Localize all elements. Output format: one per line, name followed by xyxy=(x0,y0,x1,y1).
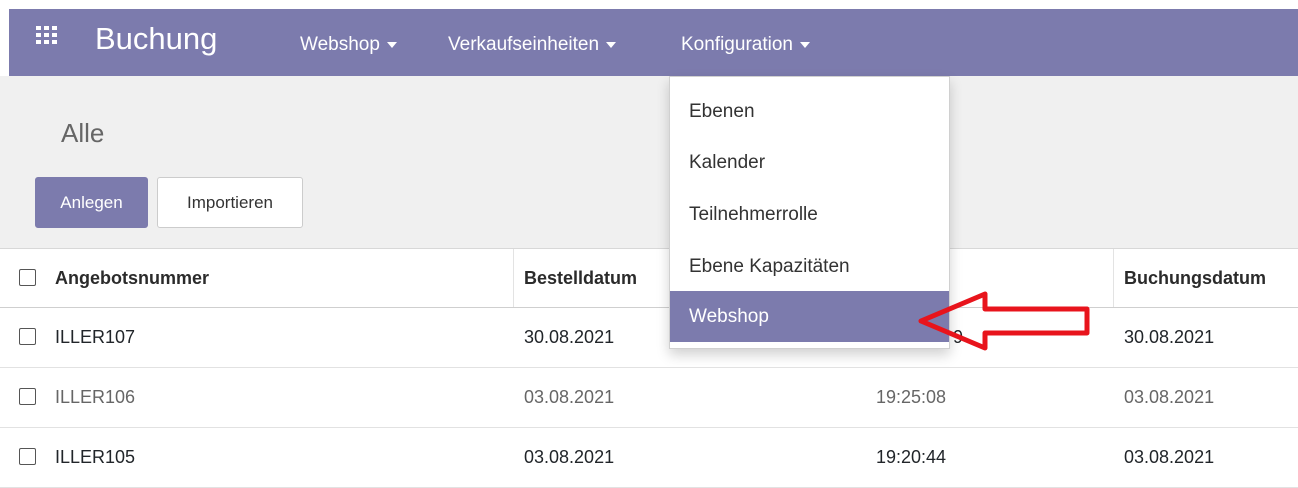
cell-angebotsnummer: ILLER106 xyxy=(55,387,136,407)
apps-grid-icon[interactable] xyxy=(36,26,57,44)
cell-buchungsdatum: 03.08.2021 xyxy=(1124,387,1215,407)
table-row[interactable]: ILLER107 30.08.2021 9 30.08.2021 xyxy=(0,308,1298,368)
app-brand[interactable]: Buchung xyxy=(95,20,217,58)
dropdown-item-kalender[interactable]: Kalender xyxy=(670,139,949,187)
list-table: Angebotsnummer Bestelldatum Buchungsdatu… xyxy=(0,249,1298,488)
menu-label: Verkaufseinheiten xyxy=(448,34,600,55)
cell-angebotsnummer: ILLER105 xyxy=(55,447,136,467)
menu-label: Konfiguration xyxy=(681,34,793,55)
cell-time: 19:25:08 xyxy=(876,387,947,407)
column-header-bestelldatum[interactable]: Bestelldatum xyxy=(524,249,637,307)
caret-down-icon xyxy=(386,41,397,48)
dropdown-item-webshop[interactable]: Webshop xyxy=(670,291,949,342)
select-all-checkbox[interactable] xyxy=(19,269,36,286)
dropdown-item-ebene-kapazitaeten[interactable]: Ebene Kapazitäten xyxy=(670,243,949,291)
dropdown-item-teilnehmerrolle[interactable]: Teilnehmerrolle xyxy=(670,191,949,239)
import-button[interactable]: Importieren xyxy=(157,177,303,228)
cell-bestelldatum: 30.08.2021 xyxy=(524,327,615,347)
control-panel: Alle Anlegen Importieren xyxy=(0,76,1298,249)
column-header-angebotsnummer[interactable]: Angebotsnummer xyxy=(55,249,209,307)
table-row[interactable]: ILLER105 03.08.2021 19:20:44 03.08.2021 xyxy=(0,428,1298,488)
menu-webshop[interactable]: Webshop xyxy=(300,33,397,57)
row-checkbox[interactable] xyxy=(19,328,36,345)
row-checkbox[interactable] xyxy=(19,448,36,465)
table-row[interactable]: ILLER106 03.08.2021 19:25:08 03.08.2021 xyxy=(0,368,1298,428)
cell-bestelldatum: 03.08.2021 xyxy=(524,447,615,467)
create-button[interactable]: Anlegen xyxy=(35,177,148,228)
caret-down-icon xyxy=(799,41,810,48)
dropdown-item-ebenen[interactable]: Ebenen xyxy=(670,88,949,136)
cell-angebotsnummer: ILLER107 xyxy=(55,327,136,347)
row-checkbox[interactable] xyxy=(19,388,36,405)
top-navbar: Buchung Webshop Verkaufseinheiten Konfig… xyxy=(9,9,1298,76)
page-margin-top xyxy=(0,0,1298,9)
menu-label: Webshop xyxy=(300,34,380,55)
cell-buchungsdatum: 03.08.2021 xyxy=(1124,447,1215,467)
caret-down-icon xyxy=(606,41,617,48)
menu-konfiguration[interactable]: Konfiguration xyxy=(681,33,810,57)
column-header-buchungsdatum[interactable]: Buchungsdatum xyxy=(1124,249,1266,307)
page-title: Alle xyxy=(61,118,105,148)
red-arrow-icon xyxy=(918,291,1090,351)
cell-bestelldatum: 03.08.2021 xyxy=(524,387,615,407)
table-header-row: Angebotsnummer Bestelldatum Buchungsdatu… xyxy=(0,249,1298,308)
konfiguration-dropdown: Ebenen Kalender Teilnehmerrolle Ebene Ka… xyxy=(669,76,950,349)
column-divider xyxy=(513,249,514,307)
column-divider xyxy=(1113,249,1114,307)
cell-time: 19:20:44 xyxy=(876,447,947,467)
cell-buchungsdatum: 30.08.2021 xyxy=(1124,327,1215,347)
menu-verkaufseinheiten[interactable]: Verkaufseinheiten xyxy=(448,33,617,57)
